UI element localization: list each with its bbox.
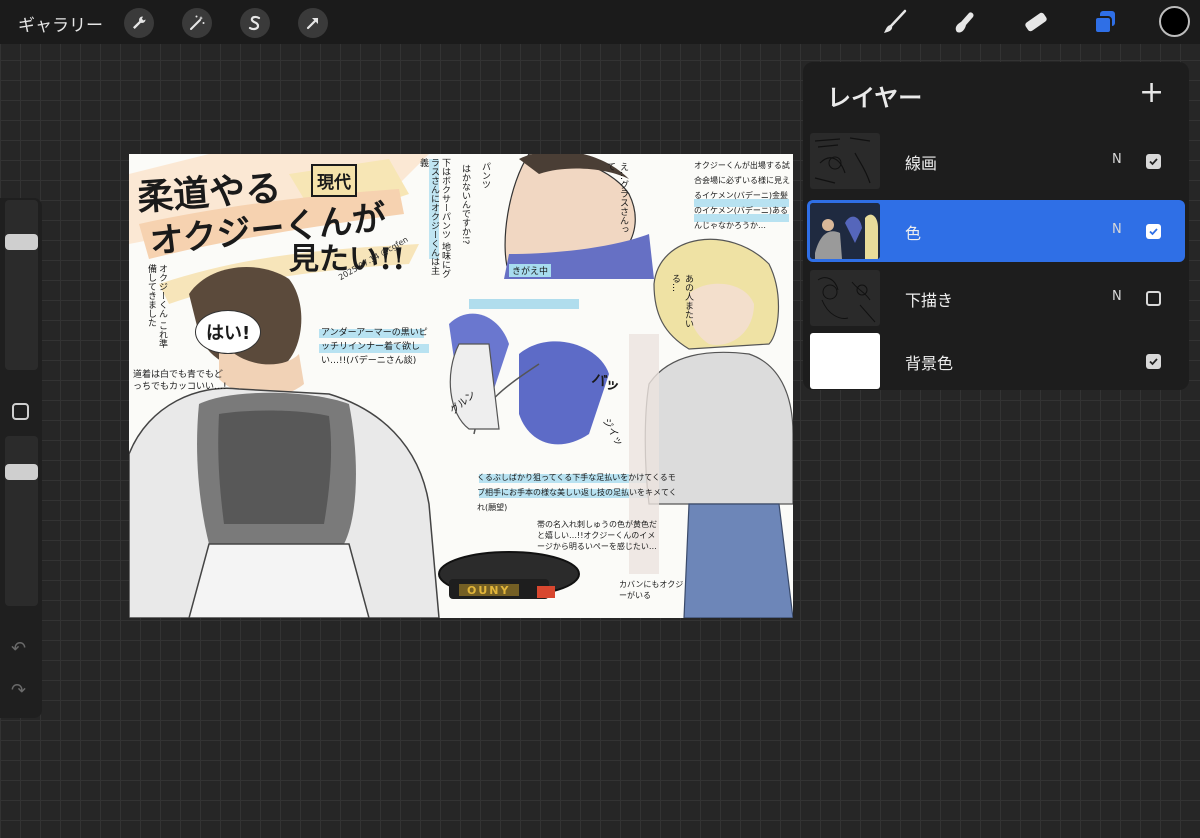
plus-icon[interactable]: + [1139, 76, 1164, 110]
top-toolbar: ギャラリー [0, 0, 1200, 44]
layer-name: 下描き [905, 291, 954, 310]
layer-row-color[interactable]: 色 N [807, 200, 1185, 262]
eraser-icon[interactable] [1020, 7, 1050, 37]
layer-visibility-checkbox[interactable] [1146, 354, 1161, 369]
layers-panel: レイヤー + 線画 N 色 N 下描き N 背景色 [803, 62, 1189, 390]
note-top: 下はボクサーパンツ 地味にグラスさんにオクジーくんは主義 [418, 158, 450, 278]
selection-s-icon[interactable] [240, 8, 270, 38]
smudge-icon[interactable] [950, 7, 980, 37]
speech-pants: パンツ [480, 162, 490, 189]
color-picker-swatch[interactable] [1159, 6, 1190, 37]
layer-thumbnail [810, 203, 880, 259]
redo-icon[interactable]: ↷ [11, 680, 26, 701]
layer-row-background[interactable]: 背景色 [807, 330, 1185, 392]
arrow-icon[interactable] [298, 8, 328, 38]
undo-icon[interactable]: ↶ [11, 638, 26, 659]
layer-thumbnail [810, 270, 880, 326]
layer-blend-mode[interactable]: N [1112, 222, 1122, 237]
artwork-title-badge: 現代 [311, 164, 357, 197]
belt-text: OUNY [467, 584, 511, 597]
note-belt: 帯の名入れ刺しゅうの色が黄色だと嬉しい…!!オクジーくんのイメージから明るいぺー… [537, 520, 657, 551]
layers-panel-title: レイヤー [827, 84, 923, 112]
speech-hakanai: はかないんですか!? [460, 164, 470, 245]
drawing-canvas[interactable]: 柔道やる 現代 オクジーくんが 見たい!! 2025.07.14 @cgfen … [129, 154, 793, 618]
brush-size-slider[interactable] [5, 200, 38, 370]
layer-visibility-checkbox[interactable] [1146, 224, 1161, 239]
layer-visibility-checkbox[interactable] [1146, 154, 1161, 169]
layers-icon[interactable] [1090, 7, 1120, 37]
left-sidebar: ↶ ↷ [0, 198, 42, 718]
layer-blend-mode[interactable]: N [1112, 152, 1122, 167]
note-bottom-right: カバンにもオクジーがいる [619, 580, 684, 600]
layer-name: 色 [905, 224, 922, 243]
label-kigae: きがえ中 [509, 264, 552, 277]
layer-name: 線画 [905, 154, 938, 173]
speech-left: オクジーくん これ準備してきました [146, 264, 167, 348]
gi-pants [188, 543, 370, 618]
gallery-button[interactable]: ギャラリー [18, 11, 103, 36]
layer-visibility-checkbox[interactable] [1146, 291, 1161, 306]
layer-thumbnail [810, 133, 880, 189]
note-left: 道着は白でも青でもどっちでもカッコいい…! [133, 370, 227, 392]
opacity-thumb[interactable] [5, 463, 38, 480]
opacity-slider[interactable] [5, 436, 38, 606]
layer-name: 背景色 [905, 354, 954, 373]
brush-size-thumb[interactable] [5, 233, 38, 250]
layer-row-sketch[interactable]: 下描き N [807, 267, 1185, 329]
speech-grass: え…グラスさんって [605, 162, 628, 234]
magic-wand-icon[interactable] [182, 8, 212, 38]
blue-jeans [683, 503, 793, 618]
note-right: オクジーくんが出場する試合会場に必ずいる様に見えるイケメン(バデーニ)金髪のイケ… [694, 161, 790, 230]
brush-icon[interactable] [880, 7, 910, 37]
blue-gi-throw [519, 341, 609, 445]
note-throw: くるぶしばかり狙ってくる下手な足払いをかけてくるモブ相手にお手本の様な美しい返し… [477, 473, 677, 512]
speech-right: あの人またいる… [670, 274, 693, 328]
modify-button[interactable] [12, 403, 29, 420]
layer-row-lineart[interactable]: 線画 N [807, 130, 1185, 192]
speech-hai: はい! [195, 310, 262, 354]
layer-thumbnail [810, 333, 880, 389]
note-blue: アンダーアーマーの黒いピッチリインナー着て欲しい…!!(バデーニさん談) [321, 328, 428, 366]
layer-blend-mode[interactable]: N [1112, 289, 1122, 304]
wrench-icon[interactable] [124, 8, 154, 38]
